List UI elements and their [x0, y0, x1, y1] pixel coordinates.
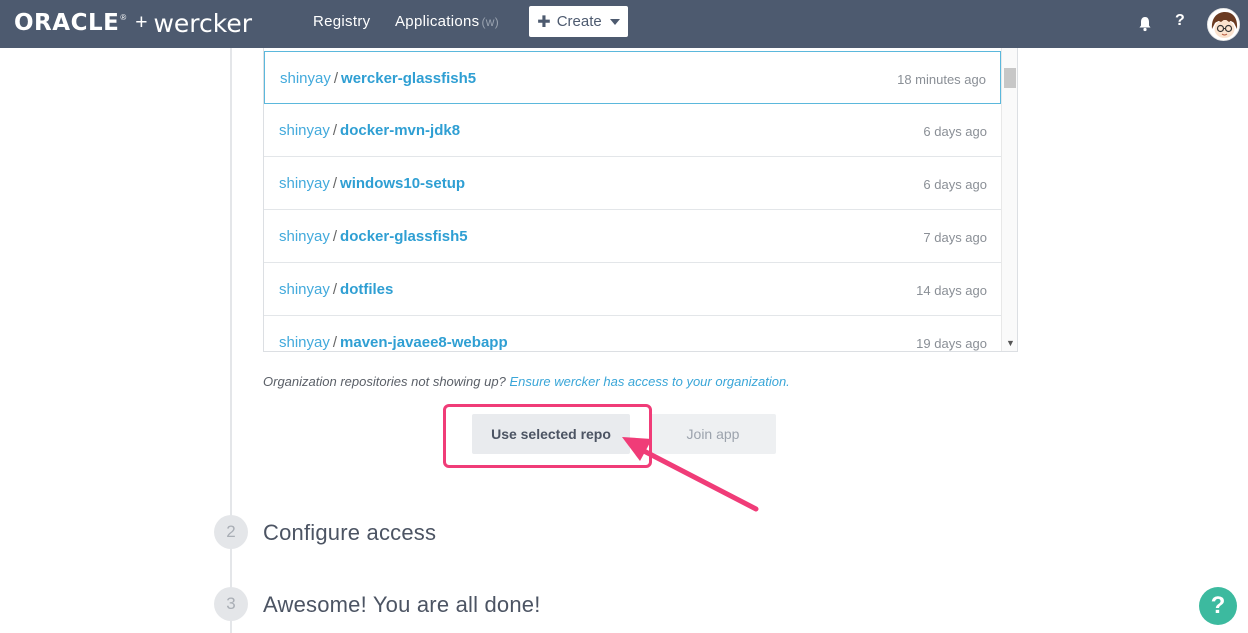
- repo-row[interactable]: shinyay / windows10-setup 6 days ago: [264, 157, 1001, 210]
- scrollbar-thumb[interactable]: [1004, 68, 1016, 88]
- help-icon[interactable]: ?: [1175, 12, 1185, 30]
- repo-updated-time: 14 days ago: [916, 283, 987, 298]
- repo-updated-time: 6 days ago: [923, 124, 987, 139]
- user-avatar[interactable]: [1207, 8, 1240, 41]
- repo-name: dotfiles: [340, 281, 394, 298]
- repo-owner-link[interactable]: shinyay / wercker-glassfish5: [280, 70, 476, 87]
- repo-updated-time: 18 minutes ago: [897, 72, 986, 87]
- repo-name: maven-javaee8-webapp: [340, 334, 508, 351]
- nav-applications-shortcut: (w): [481, 15, 500, 29]
- repo-row[interactable]: shinyay / maven-javaee8-webapp 19 days ago: [264, 316, 1001, 351]
- plus-icon: ✚: [537, 13, 551, 31]
- repo-row[interactable]: shinyay / docker-mvn-jdk8 6 days ago: [264, 104, 1001, 157]
- repo-owner-link[interactable]: shinyay / docker-mvn-jdk8: [279, 122, 460, 139]
- top-nav-bar: ORACLE ® + wercker Registry Applications…: [0, 0, 1248, 48]
- repository-list: shinyay / wercker-glassfish5 18 minutes ag…: [263, 48, 1018, 352]
- repo-updated-time: 6 days ago: [923, 177, 987, 192]
- chevron-down-icon: [609, 18, 620, 25]
- repo-owner-link[interactable]: shinyay / windows10-setup: [279, 175, 465, 192]
- nav-applications-link[interactable]: Applications (w): [395, 13, 499, 30]
- wercker-wordmark: wercker: [153, 8, 253, 38]
- step-title-done: Awesome! You are all done!: [263, 592, 541, 617]
- org-repos-hint: Organization repositories not showing up…: [263, 374, 790, 389]
- org-hint-text: Organization repositories not showing up…: [263, 374, 506, 389]
- repo-row[interactable]: shinyay / docker-glassfish5 7 days ago: [264, 210, 1001, 263]
- nav-registry-link[interactable]: Registry: [313, 13, 370, 30]
- repo-owner-link[interactable]: shinyay / maven-javaee8-webapp: [279, 334, 508, 351]
- nav-applications-label: Applications: [395, 13, 480, 30]
- repo-row-selected[interactable]: shinyay / wercker-glassfish5 18 minutes ag…: [264, 51, 1001, 104]
- repo-row[interactable]: shinyay / dotfiles 14 days ago: [264, 263, 1001, 316]
- repo-name: docker-mvn-jdk8: [340, 122, 461, 139]
- create-label: Create: [556, 13, 602, 30]
- repo-updated-time: 7 days ago: [923, 230, 987, 245]
- create-dropdown-button[interactable]: ✚ Create: [529, 6, 628, 37]
- repo-updated-time: 19 days ago: [916, 336, 987, 351]
- repo-name: docker-glassfish5: [340, 228, 468, 245]
- annotation-arrow-icon: [622, 437, 759, 512]
- repo-owner-link[interactable]: shinyay / docker-glassfish5: [279, 228, 468, 245]
- step-number-badge: 2: [214, 515, 248, 549]
- org-access-link[interactable]: Ensure wercker has access to your organi…: [509, 374, 789, 389]
- avatar-illustration: [1208, 9, 1239, 40]
- step-number-badge: 3: [214, 587, 248, 621]
- floating-help-button[interactable]: ?: [1199, 587, 1237, 625]
- registered-mark: ®: [120, 12, 127, 22]
- scroll-down-arrow-icon[interactable]: ▼: [1006, 338, 1015, 348]
- oracle-wordmark: ORACLE: [14, 10, 120, 36]
- oracle-wercker-logo[interactable]: ORACLE ® + wercker: [14, 5, 252, 41]
- repo-name: wercker-glassfish5: [341, 70, 477, 87]
- brand-plus: +: [135, 11, 148, 34]
- bell-icon[interactable]: [1138, 16, 1152, 32]
- repo-list-scrollbar[interactable]: ▼: [1001, 48, 1017, 351]
- step-title-configure-access: Configure access: [263, 520, 437, 545]
- repo-owner-link[interactable]: shinyay / dotfiles: [279, 281, 393, 298]
- repo-name: windows10-setup: [340, 175, 466, 192]
